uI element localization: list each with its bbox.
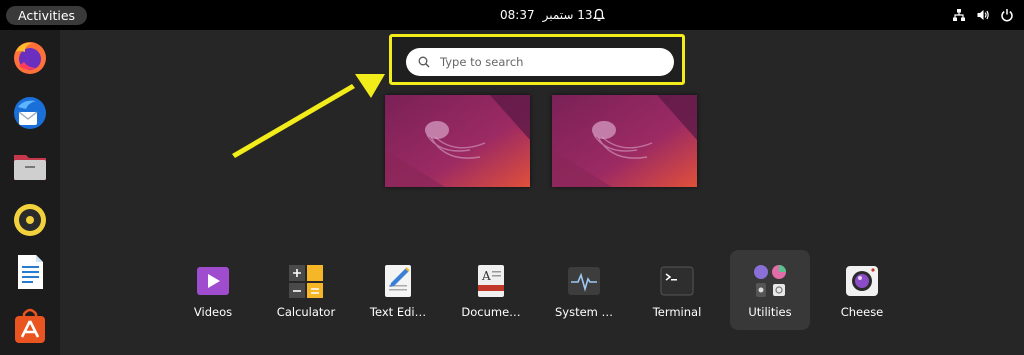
app-terminal[interactable]: Terminal (637, 250, 717, 330)
annotation-arrow (232, 74, 385, 158)
dock (0, 30, 60, 355)
app-label: Utilities (748, 305, 792, 319)
app-label: Terminal (652, 305, 702, 319)
document-viewer-icon: A (478, 265, 504, 297)
app-calculator[interactable]: Calculator (266, 250, 346, 330)
videos-icon (197, 267, 229, 295)
app-label: Videos (193, 305, 233, 319)
workspace-thumbnail-2[interactable] (552, 95, 697, 187)
firefox-icon (14, 42, 46, 74)
power-icon[interactable] (1000, 8, 1014, 22)
app-label: Cheese (840, 305, 884, 319)
wallpaper-jellyfish-icon (552, 95, 697, 187)
terminal-icon (660, 266, 694, 296)
clock[interactable]: 08:37 13 ستمبر (500, 8, 601, 22)
rhythmbox-icon (14, 204, 46, 236)
calculator-icon (289, 265, 323, 298)
files-folder-icon (14, 155, 46, 180)
wallpaper-jellyfish-icon (385, 95, 530, 187)
app-label: Docume… (461, 305, 521, 319)
text-editor-icon (385, 265, 411, 297)
app-label: Text Edi… (369, 305, 427, 319)
dock-item-files[interactable] (10, 146, 50, 186)
top-bar: Activities 08:37 13 ستمبر (0, 0, 1024, 30)
dock-item-thunderbird[interactable] (10, 93, 50, 133)
app-label: System … (554, 305, 614, 319)
network-icon[interactable] (952, 8, 966, 22)
app-system-monitor[interactable]: System … (544, 250, 624, 330)
search-highlight-box (389, 34, 685, 85)
search-input[interactable] (440, 48, 660, 76)
app-videos[interactable]: Videos (173, 250, 253, 330)
system-tray[interactable] (952, 8, 1014, 22)
clock-date: 13 ستمبر (542, 8, 593, 22)
search-icon (418, 56, 430, 68)
app-cheese[interactable]: Cheese (822, 250, 902, 330)
app-document-viewer[interactable]: A Docume… (451, 250, 531, 330)
app-text-editor[interactable]: Text Edi… (358, 250, 438, 330)
search-entry[interactable] (406, 48, 674, 76)
writer-document-icon (18, 255, 43, 289)
thunderbird-icon (14, 97, 46, 129)
notification-bell-icon[interactable] (592, 8, 606, 22)
app-label: Calculator (276, 305, 336, 319)
dock-item-ubuntu-software[interactable] (10, 306, 50, 346)
volume-icon[interactable] (976, 8, 990, 22)
dock-item-rhythmbox[interactable] (10, 200, 50, 240)
cheese-camera-icon (846, 266, 878, 296)
app-folder-utilities[interactable]: Utilities (730, 250, 810, 330)
activities-button[interactable]: Activities (6, 6, 88, 25)
clock-time: 08:37 (500, 8, 535, 22)
workspace-thumbnail-1[interactable] (385, 95, 530, 187)
svg-text:A: A (481, 269, 491, 283)
dock-item-libreoffice-writer[interactable] (10, 252, 50, 292)
ubuntu-software-bag-icon (15, 308, 45, 343)
dock-item-firefox[interactable] (10, 38, 50, 78)
system-monitor-icon (568, 267, 600, 295)
utilities-folder-icon (754, 265, 786, 297)
